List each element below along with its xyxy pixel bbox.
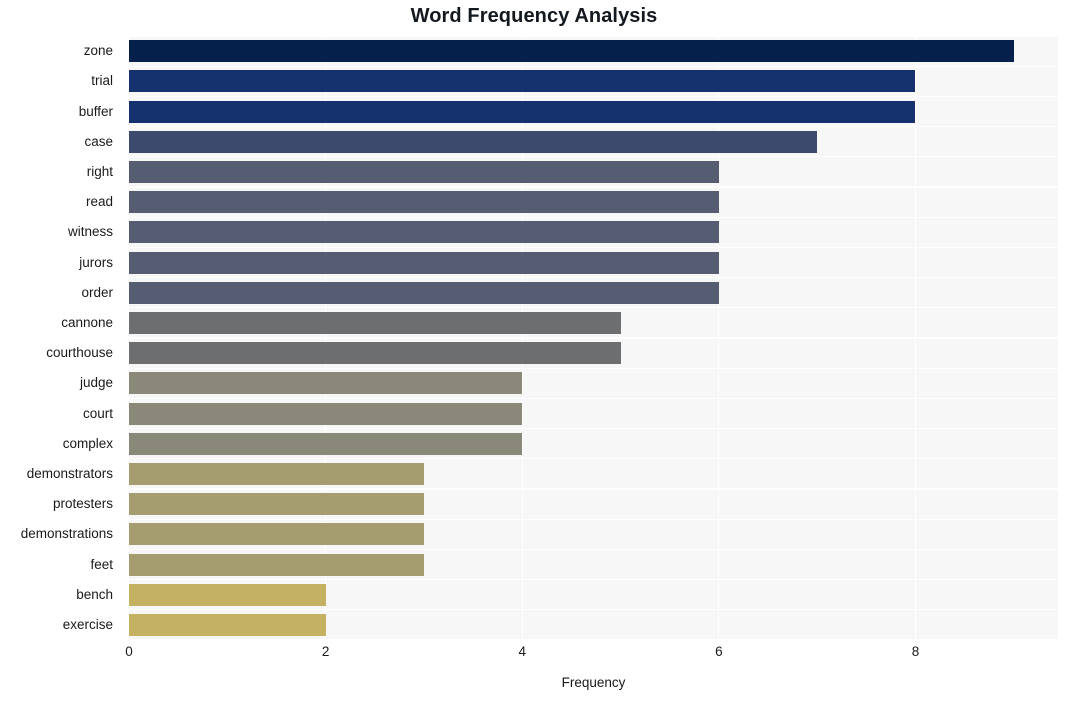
gridline-horizontal — [129, 186, 1058, 188]
gridline-horizontal — [129, 337, 1058, 339]
bar-trial — [129, 70, 916, 93]
gridline-horizontal — [129, 639, 1058, 640]
y-tick-label-jurors: jurors — [79, 254, 113, 270]
gridline-horizontal — [129, 277, 1058, 279]
bar-zone — [129, 40, 1014, 63]
y-tick-label-trial: trial — [91, 73, 113, 89]
gridline-horizontal — [129, 126, 1058, 128]
bar-court — [129, 402, 523, 425]
bar-complex — [129, 432, 523, 455]
gridline-horizontal — [129, 488, 1058, 490]
bar-read — [129, 191, 719, 214]
bar-right — [129, 160, 719, 183]
gridline-horizontal — [129, 216, 1058, 218]
x-tick-label-0: 0 — [125, 644, 133, 659]
y-tick-label-right: right — [86, 163, 113, 179]
gridline-horizontal — [129, 458, 1058, 460]
y-axis-tick-labels: zone trial buffer case right read witness juror… — [0, 36, 121, 640]
bar-demonstrations — [129, 523, 424, 546]
x-tick-label-8: 8 — [911, 644, 920, 659]
y-tick-label-order: order — [81, 284, 113, 300]
y-tick-label-buffer: buffer — [78, 103, 113, 119]
gridline-horizontal — [129, 307, 1058, 309]
y-tick-label-read: read — [85, 194, 113, 210]
y-tick-label-feet: feet — [90, 556, 113, 572]
chart-title: Word Frequency Analysis — [410, 5, 658, 27]
bar-demonstrators — [129, 462, 424, 485]
bar-feet — [129, 553, 424, 576]
x-tick-label-4: 4 — [518, 644, 526, 659]
gridline-horizontal — [129, 518, 1058, 520]
gridline-horizontal — [129, 246, 1058, 248]
bar-courthouse — [129, 342, 621, 365]
gridline-horizontal — [129, 36, 1058, 37]
y-tick-label-exercise: exercise — [62, 616, 113, 632]
bar-witness — [129, 221, 719, 244]
chart-figure: Word Frequency Analysis zone trial buffer c… — [0, 0, 1068, 701]
y-tick-label-demonstrators: demonstrators — [26, 465, 113, 481]
bar-cannone — [129, 311, 621, 334]
gridline-horizontal — [129, 367, 1058, 369]
y-tick-label-court: court — [82, 405, 113, 421]
y-tick-label-zone: zone — [83, 43, 113, 59]
bar-protesters — [129, 493, 424, 516]
gridline-horizontal — [129, 609, 1058, 611]
y-tick-label-courthouse: courthouse — [46, 345, 113, 361]
bar-case — [129, 130, 818, 153]
bar-jurors — [129, 251, 719, 274]
gridline-horizontal — [129, 156, 1058, 158]
bar-judge — [129, 372, 523, 395]
gridline-horizontal — [129, 548, 1058, 550]
plot-area — [129, 36, 1058, 640]
gridline-horizontal — [129, 95, 1058, 97]
bar-exercise — [129, 613, 326, 636]
y-tick-label-demonstrations: demonstrations — [20, 526, 113, 542]
x-axis-title: Frequency — [561, 675, 626, 690]
y-tick-label-cannone: cannone — [61, 314, 113, 330]
gridline-horizontal — [129, 428, 1058, 430]
bar-order — [129, 281, 719, 304]
bar-buffer — [129, 100, 916, 123]
y-tick-label-complex: complex — [62, 435, 113, 451]
gridline-horizontal — [129, 579, 1058, 581]
gridline-horizontal — [129, 65, 1058, 67]
bar-bench — [129, 583, 326, 606]
y-tick-label-judge: judge — [79, 375, 113, 391]
gridline-horizontal — [129, 397, 1058, 399]
x-axis-tick-labels: 0 2 4 6 8 — [125, 644, 1058, 667]
y-tick-label-protesters: protesters — [52, 496, 113, 512]
x-tick-label-2: 2 — [321, 644, 330, 659]
y-tick-label-case: case — [84, 133, 113, 149]
y-tick-label-witness: witness — [67, 224, 113, 240]
y-tick-label-bench: bench — [76, 586, 113, 602]
x-tick-label-6: 6 — [715, 644, 723, 659]
